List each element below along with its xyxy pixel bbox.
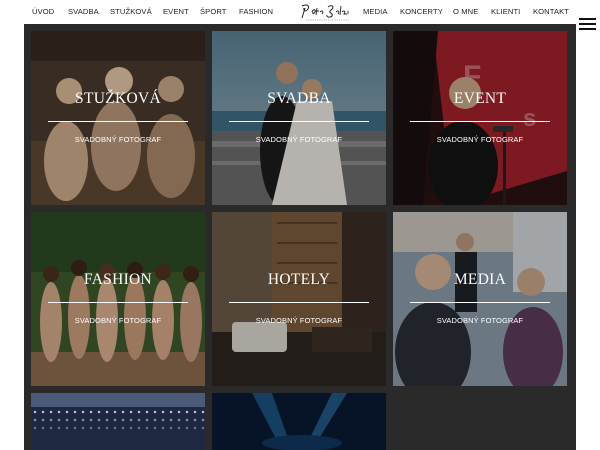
menu-icon[interactable] — [579, 18, 596, 31]
tile-divider — [48, 121, 188, 122]
tile-subtitle: SVADOBNÝ FOTOGRAF — [255, 316, 343, 325]
nav-item-kontakt[interactable]: KONTAKT — [533, 7, 569, 16]
gallery-tile-event[interactable]: F s EVENT SVADOBNÝ FOTOGRAF — [393, 31, 567, 205]
nav-item-fashion[interactable]: FASHION — [239, 7, 273, 16]
nav-item-uvod[interactable]: ÚVOD — [32, 7, 54, 16]
gallery-tile-svadba[interactable]: SVADBA SVADOBNÝ FOTOGRAF — [212, 31, 386, 205]
tile-subtitle: SVADOBNÝ FOTOGRAF — [74, 316, 162, 325]
nav-item-media[interactable]: MEDIA — [363, 7, 388, 16]
tile-divider — [229, 121, 369, 122]
tile-divider — [410, 302, 550, 303]
tile-subtitle: SVADOBNÝ FOTOGRAF — [436, 316, 524, 325]
koncerty-photo — [212, 393, 386, 450]
tile-subtitle: SVADOBNÝ FOTOGRAF — [436, 135, 524, 144]
nav-item-o-mne[interactable]: O MNE — [453, 7, 478, 16]
tile-title: HOTELY — [267, 271, 331, 288]
nav-item-sport[interactable]: ŠPORT — [200, 7, 227, 16]
portfolio-gallery: STUŽKOVÁ SVADOBNÝ FOTOGRAF SVADBA SVADOB… — [24, 24, 576, 450]
nav-item-koncerty[interactable]: KONCERTY — [400, 7, 443, 16]
tile-divider — [229, 302, 369, 303]
gallery-tile-hotely[interactable]: HOTELY SVADOBNÝ FOTOGRAF — [212, 212, 386, 386]
nav-item-svadba[interactable]: SVADBA — [68, 7, 99, 16]
gallery-tile-sport[interactable] — [31, 393, 205, 450]
nav-item-klienti[interactable]: KLIENTI — [491, 7, 520, 16]
gallery-tile-koncerty[interactable] — [212, 393, 386, 450]
tile-divider — [48, 302, 188, 303]
nav-item-stuzkova[interactable]: STUŽKOVÁ — [110, 7, 152, 16]
tile-title: MEDIA — [453, 271, 507, 288]
tile-subtitle: SVADOBNÝ FOTOGRAF — [255, 135, 343, 144]
gallery-tile-fashion[interactable]: FASHION SVADOBNÝ FOTOGRAF — [31, 212, 205, 386]
tile-title: STUŽKOVÁ — [75, 90, 161, 107]
top-navigation: ÚVOD SVADBA STUŽKOVÁ EVENT ŠPORT FASHION… — [0, 0, 600, 24]
tile-title: FASHION — [83, 271, 153, 288]
gallery-tile-stuzkova[interactable]: STUŽKOVÁ SVADOBNÝ FOTOGRAF — [31, 31, 205, 205]
nav-item-event[interactable]: EVENT — [163, 7, 189, 16]
tile-divider — [410, 121, 550, 122]
tile-title: EVENT — [453, 90, 507, 107]
gallery-tile-media[interactable]: MEDIA SVADOBNÝ FOTOGRAF — [393, 212, 567, 386]
tile-subtitle: SVADOBNÝ FOTOGRAF — [74, 135, 162, 144]
site-logo[interactable] — [298, 2, 358, 22]
tile-title: SVADBA — [267, 90, 331, 107]
